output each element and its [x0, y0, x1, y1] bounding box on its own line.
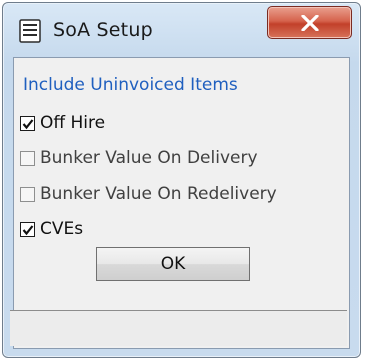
checkbox-label: Bunker Value On Delivery — [40, 148, 258, 168]
checkmark-icon — [22, 224, 34, 235]
status-bar — [10, 310, 347, 346]
checkbox-cves[interactable]: CVEs — [20, 216, 83, 242]
checkbox-bunker-value-delivery[interactable]: Bunker Value On Delivery — [20, 145, 258, 171]
ok-button[interactable]: OK — [96, 247, 250, 281]
checkbox-bunker-value-redelivery[interactable]: Bunker Value On Redelivery — [20, 181, 277, 207]
checkbox-off-hire[interactable]: Off Hire — [20, 110, 105, 136]
close-x-icon — [301, 15, 319, 31]
checkbox-label: CVEs — [40, 219, 84, 239]
title-bar[interactable]: SoA Setup — [3, 3, 360, 57]
checkbox-unchecked[interactable] — [20, 150, 35, 166]
soa-setup-window: SoA Setup — [2, 2, 361, 358]
checkbox-unchecked[interactable] — [20, 186, 35, 202]
checkbox-label: Off Hire — [40, 113, 106, 133]
section-label-uninvoiced: Include Uninvoiced Items — [23, 75, 238, 95]
checkbox-label: Bunker Value On Redelivery — [40, 184, 277, 204]
close-button[interactable] — [267, 6, 352, 39]
document-list-icon — [19, 19, 41, 43]
checkmark-icon — [22, 118, 34, 129]
checkbox-checked[interactable] — [20, 115, 35, 131]
checkbox-checked[interactable] — [20, 221, 35, 237]
window-title: SoA Setup — [53, 19, 153, 41]
